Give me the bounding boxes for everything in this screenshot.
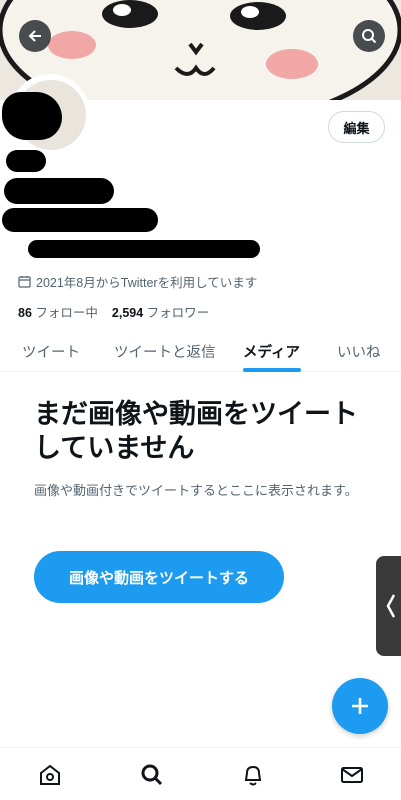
redaction-mark <box>4 178 114 204</box>
chevron-left-icon <box>386 594 396 618</box>
nav-notifications[interactable] <box>240 762 266 788</box>
following-label: フォロー中 <box>35 306 98 320</box>
search-icon <box>141 764 163 786</box>
nav-messages[interactable] <box>339 762 365 788</box>
empty-state-subtitle: 画像や動画付きでツイートするとここに表示されます。 <box>34 483 358 498</box>
tab-tweets-and-replies[interactable]: ツイートと返信 <box>114 330 216 372</box>
tweet-media-button[interactable]: 画像や動画をツイートする <box>34 551 284 603</box>
profile-tabs: ツイート ツイートと返信 メディア いいね <box>0 330 401 372</box>
followers-label: フォロワー <box>146 306 210 320</box>
tab-likes[interactable]: いいね <box>337 330 381 372</box>
redaction-mark <box>28 240 260 258</box>
joined-date-text: 2021年8月からTwitterを利用しています <box>36 276 258 290</box>
following-link[interactable]: 86 フォロー中 <box>18 302 98 321</box>
side-panel-handle[interactable] <box>376 556 401 656</box>
joined-date-row: 2021年8月からTwitterを利用しています <box>18 272 257 291</box>
redaction-mark <box>2 208 158 232</box>
tab-media[interactable]: メディア <box>243 330 300 372</box>
plus-icon <box>352 698 368 714</box>
following-count: 86 <box>18 306 32 320</box>
notifications-icon <box>244 765 262 786</box>
search-icon <box>362 29 377 44</box>
active-tab-indicator <box>243 368 301 372</box>
edit-profile-button[interactable]: 編集 <box>328 111 385 143</box>
bottom-nav <box>0 747 401 800</box>
calendar-icon <box>18 276 31 288</box>
nav-search[interactable] <box>139 762 165 788</box>
search-button[interactable] <box>353 20 385 52</box>
back-button[interactable] <box>19 20 51 52</box>
arrow-left-icon <box>28 30 41 42</box>
home-icon <box>40 764 60 785</box>
followers-link[interactable]: 2,594 フォロワー <box>112 302 209 321</box>
empty-state-title: まだ画像や動画をツイートしていません <box>34 399 358 463</box>
nav-home[interactable] <box>37 762 63 788</box>
tab-tweets[interactable]: ツイート <box>22 330 80 372</box>
follow-stats: 86 フォロー中 2,594 フォロワー <box>18 302 209 321</box>
compose-tweet-button[interactable] <box>332 678 388 734</box>
redaction-mark <box>6 150 46 172</box>
redaction-mark <box>2 92 62 140</box>
followers-count: 2,594 <box>111 306 144 320</box>
messages-icon <box>341 767 363 783</box>
